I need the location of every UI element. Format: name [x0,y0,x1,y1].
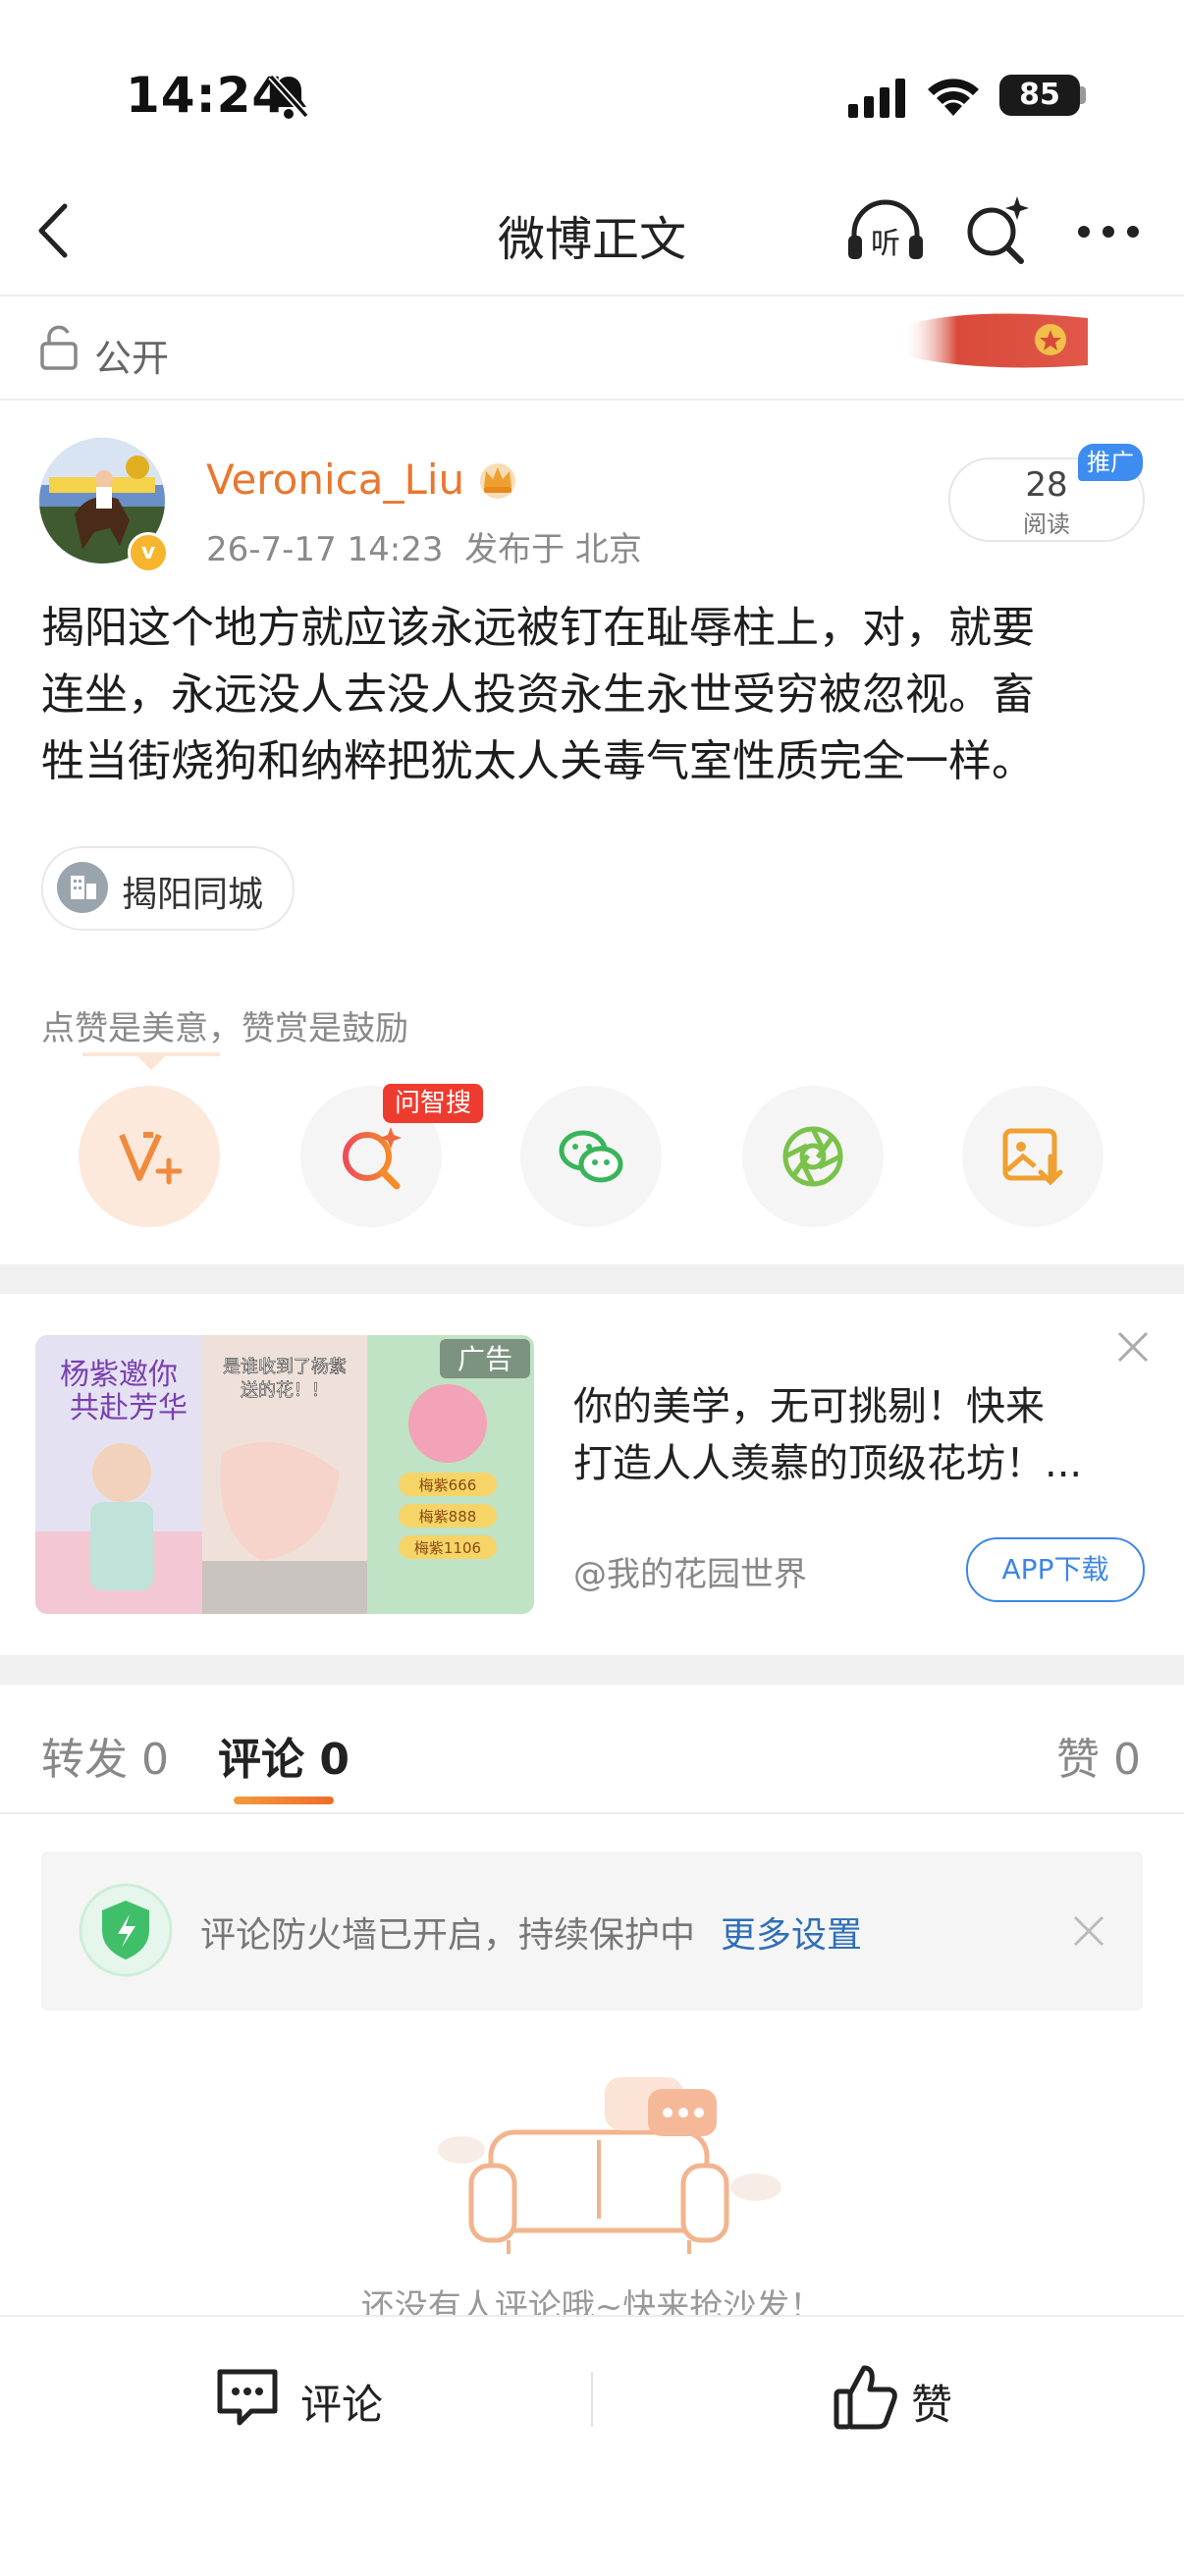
tab-reposts-label: 转发 [41,1735,128,1785]
active-tab-indicator [234,1797,334,1804]
bottom-action-bar: 评论 赞 [0,2315,1184,2576]
like-button[interactable]: 赞 [911,2372,952,2432]
visibility-divider [0,399,1184,401]
post-meta: 26-7-17 14:23 发布于 北京 [206,530,642,569]
shield-icon [79,1883,173,1977]
ai-search-color-icon [343,1127,402,1190]
building-icon [57,862,108,913]
crown-icon [480,463,515,499]
tab-comments[interactable]: 评论 0 [218,1724,350,1787]
svg-text:梅紫666: 梅紫666 [419,1476,477,1494]
flag-decoration [901,313,1088,368]
share-moments-button[interactable] [742,1086,884,1227]
listen-headphones-icon[interactable]: 听 [844,196,927,267]
ad-image[interactable]: 杨紫邀你 共赴芳华 是谁收到了杨紫 送的花！！ 梅紫666 梅紫888 梅紫11… [35,1335,534,1614]
svg-text:听: 听 [871,227,900,261]
promo-badge[interactable]: 推广 [1078,444,1143,481]
unlock-icon [40,325,78,370]
save-image-button[interactable] [962,1086,1103,1227]
wifi-icon [928,79,979,116]
battery-nub [1080,86,1086,104]
section-gap [0,1655,1184,1685]
ad-source: @我的花园世界 [573,1555,807,1594]
post-content: 揭阳这个地方就应该永远被钉在耻辱柱上，对，就要 连坐，永远没人去没人投资永生永世… [41,595,1151,795]
svg-text:梅紫888: 梅紫888 [419,1508,477,1526]
post-line: 牲当街烧狗和纳粹把犹太人关毒气室性质完全一样。 [41,736,1035,786]
ad-close-icon[interactable] [1113,1327,1153,1367]
share-wechat-button[interactable] [520,1086,662,1227]
svg-text:杨紫邀你: 杨紫邀你 [60,1358,178,1392]
more-settings-link[interactable]: 更多设置 [721,1906,862,1958]
ad-title-line: 打造人人羡慕的顶级花坊！... [573,1441,1083,1486]
username[interactable]: Veronica_Liu [206,456,464,504]
ad-title[interactable]: 你的美学，无可挑剔！快来 打造人人羡慕的顶级花坊！... [573,1378,1123,1492]
comment-firewall-notice: 评论防火墙已开启，持续保护中 更多设置 [41,1852,1143,2011]
wechat-icon [559,1130,623,1183]
tab-reposts[interactable]: 转发 0 [41,1724,169,1787]
ai-search-icon[interactable] [962,192,1031,267]
more-options-icon[interactable] [1074,222,1143,242]
post-line: 揭阳这个地方就应该永远被钉在耻辱柱上，对，就要 [41,603,1035,653]
battery-indicator: 85 [999,75,1080,116]
reward-pointer [137,1056,165,1070]
visibility-label[interactable]: 公开 [94,328,169,382]
reward-v-icon [119,1132,183,1185]
firewall-close-icon[interactable] [1070,1912,1107,1950]
tab-likes[interactable]: 赞 0 [1056,1724,1141,1787]
section-gap [0,1264,1184,1294]
svg-text:是谁收到了杨紫: 是谁收到了杨紫 [223,1357,347,1377]
svg-text:广告: 广告 [457,1343,512,1375]
reward-hint: 点赞是美意，赞赏是鼓励 [41,1009,408,1048]
verified-badge: v [128,532,169,573]
svg-text:共赴芳华: 共赴芳华 [70,1391,188,1425]
firewall-text: 评论防火墙已开启，持续保护中 [200,1915,696,1956]
ad-title-line: 你的美学，无可挑剔！快来 [573,1384,1045,1429]
app-download-button[interactable]: APP下载 [966,1537,1145,1602]
location-tag[interactable]: 揭阳同城 [41,846,295,931]
reward-button[interactable] [79,1086,220,1227]
svg-text:送的花！！: 送的花！！ [241,1380,329,1401]
post-line: 连坐，永远没人去没人投资永生永世受穷被忽视。畜 [41,670,1035,720]
bottom-divider [591,2372,593,2427]
empty-sofa-illustration [438,2077,781,2254]
moments-aperture-icon [782,1126,843,1187]
silent-bell-icon [268,74,309,119]
tab-comments-label: 评论 [218,1735,304,1785]
ask-badge: 问智搜 [383,1084,483,1123]
status-time: 14:24 [126,67,288,124]
svg-text:梅紫1106: 梅紫1106 [414,1539,481,1557]
read-label: 阅读 [1023,510,1070,538]
save-image-icon [1002,1128,1063,1186]
tabs-divider [0,1812,1184,1814]
cellular-signal-icon [848,79,905,118]
comment-button[interactable]: 评论 [300,2372,383,2432]
tab-comments-count: 0 [319,1735,350,1785]
tab-reposts-count: 0 [141,1735,169,1785]
thumbs-up-icon[interactable] [833,2362,899,2431]
tab-likes-count: 0 [1113,1735,1141,1785]
comment-icon[interactable] [214,2366,281,2429]
location-tag-label: 揭阳同城 [122,875,264,915]
tab-likes-label: 赞 [1056,1735,1100,1785]
